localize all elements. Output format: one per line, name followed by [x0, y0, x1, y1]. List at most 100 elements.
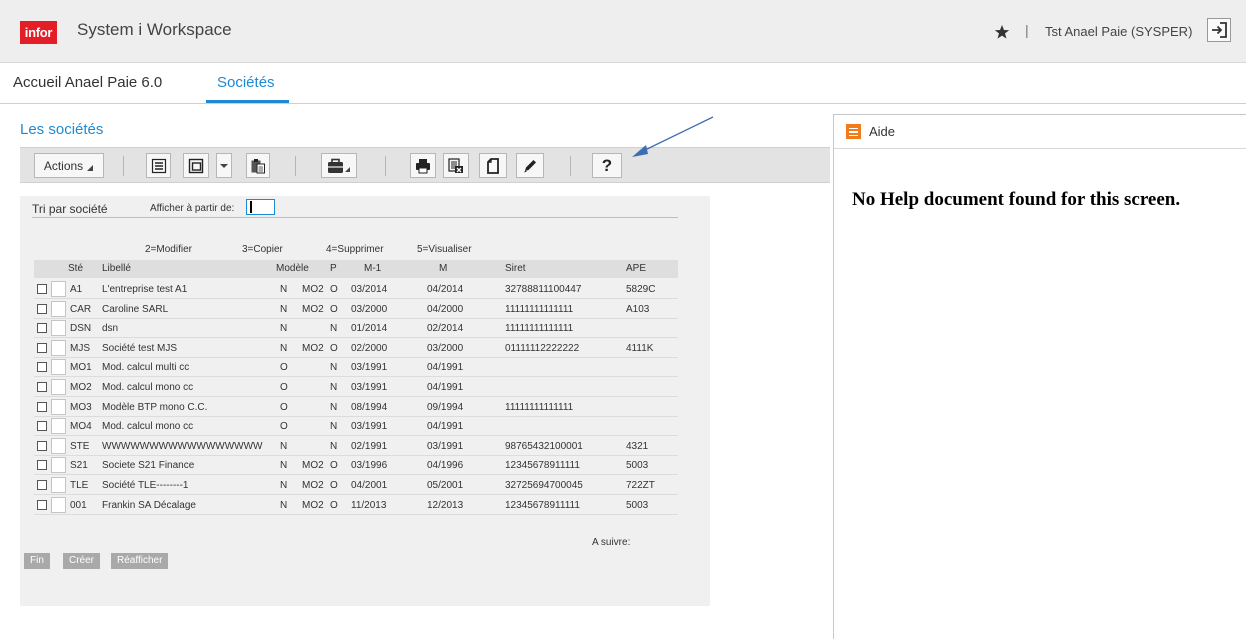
header-siret: Siret — [505, 263, 526, 274]
create-button[interactable]: Créer — [63, 553, 101, 569]
cell-siret: 11111111111111 — [505, 303, 574, 315]
row-checkbox[interactable] — [37, 460, 47, 471]
row-checkbox[interactable] — [37, 440, 47, 451]
cell-ste: MO2 — [70, 382, 92, 393]
refresh-button[interactable]: Réafficher — [111, 553, 169, 569]
user-separator: | — [1025, 22, 1029, 38]
row-checkbox[interactable] — [37, 401, 47, 412]
row-option-input[interactable] — [51, 477, 66, 493]
cell-ste: A1 — [70, 284, 83, 295]
cell-p: O — [330, 342, 338, 354]
table-header: Sté Libellé Modèle P M-1 M Siret APE — [34, 260, 678, 278]
top-bar: infor System i Workspace | Tst Anael Pai… — [0, 0, 1246, 63]
row-checkbox[interactable] — [37, 480, 47, 490]
cell-m: 04/1996 — [427, 460, 464, 472]
cell-m: 02/2014 — [427, 323, 464, 335]
cell-m: 04/1991 — [427, 382, 464, 393]
new-document-button[interactable] — [479, 153, 507, 178]
option-view: 5=Visualiser — [417, 244, 472, 255]
copy-dropdown-button[interactable] — [216, 153, 232, 178]
row-checkbox[interactable] — [37, 342, 47, 353]
row-checkbox[interactable] — [37, 421, 47, 432]
tab-societes[interactable]: Sociétés — [217, 74, 275, 91]
row-option-input[interactable] — [51, 339, 66, 356]
cell-m1: 11/2013 — [351, 499, 387, 511]
cell-libelle: Société TLE--------1 — [102, 480, 189, 491]
row-checkbox[interactable] — [37, 284, 47, 294]
row-option-input[interactable] — [51, 320, 66, 337]
row-checkbox[interactable] — [37, 362, 47, 373]
briefcase-icon — [328, 158, 350, 173]
cell-siret: 12345678911111 — [505, 460, 580, 472]
star-icon[interactable] — [994, 24, 1010, 40]
menu-icon[interactable] — [846, 124, 861, 139]
cell-mod: N — [280, 460, 288, 472]
row-checkbox[interactable] — [37, 303, 47, 314]
copy-button[interactable] — [183, 153, 209, 178]
cell-mod2: MO2 — [302, 303, 324, 315]
cell-siret: 01111112222222 — [505, 342, 580, 354]
cell-ape: A103 — [626, 303, 650, 315]
cell-ste: TLE — [70, 480, 89, 491]
actions-button[interactable]: Actions — [34, 153, 104, 178]
row-option-input[interactable] — [51, 496, 66, 513]
paste-button[interactable] — [246, 153, 270, 178]
cell-m: 04/2000 — [427, 303, 464, 315]
cell-libelle: Mod. calcul mono cc — [102, 382, 194, 393]
table-row: DSN dsn N N 01/2014 02/2014 11111111111111 — [34, 319, 678, 339]
cell-ape: 5003 — [626, 460, 649, 472]
export-button[interactable] — [443, 153, 469, 178]
header-ape: APE — [626, 263, 647, 274]
cell-ape: 5829C — [626, 284, 656, 295]
row-checkbox[interactable] — [37, 382, 47, 392]
option-modify: 2=Modifier — [145, 244, 192, 255]
cell-libelle: Caroline SARL — [102, 303, 169, 315]
header-libelle: Libellé — [102, 263, 131, 274]
page-title: Les sociétés — [20, 121, 104, 138]
cell-ste: MO4 — [70, 421, 92, 433]
print-button[interactable] — [410, 153, 436, 178]
row-checkbox[interactable] — [37, 323, 47, 334]
cell-siret: 11111111111111 — [505, 323, 574, 335]
cell-m1: 03/2000 — [351, 303, 388, 315]
sort-label: Tri par société — [32, 202, 108, 216]
row-option-input[interactable] — [51, 300, 66, 317]
header-p: P — [330, 263, 337, 274]
cell-siret: 11111111111111 — [505, 401, 574, 413]
user-name[interactable]: Tst Anael Paie (SYSPER) — [1045, 24, 1192, 39]
row-option-input[interactable] — [51, 437, 66, 454]
briefcase-button[interactable] — [321, 153, 357, 178]
row-option-input[interactable] — [51, 398, 66, 415]
cell-m1: 02/2000 — [351, 342, 388, 354]
cell-p: N — [330, 382, 338, 393]
list-button[interactable] — [146, 153, 171, 178]
new-document-icon — [487, 157, 499, 174]
cell-p: O — [330, 303, 338, 315]
infor-logo: infor — [20, 21, 57, 44]
cell-libelle: L'entreprise test A1 — [102, 284, 188, 295]
help-button[interactable]: ? — [592, 153, 622, 178]
paste-icon — [251, 158, 265, 173]
cell-mod: O — [280, 401, 288, 413]
row-option-input[interactable] — [51, 457, 66, 474]
row-option-input[interactable] — [51, 359, 66, 376]
help-header: Aide — [834, 115, 1246, 149]
row-option-input[interactable] — [51, 418, 66, 435]
cell-siret: 32788811100447 — [505, 284, 582, 295]
row-checkbox[interactable] — [37, 499, 47, 510]
toolbar-separator — [295, 156, 296, 176]
cell-ape: 5003 — [626, 499, 649, 511]
cell-m1: 04/2001 — [351, 480, 388, 491]
cell-m1: 03/1991 — [351, 362, 388, 374]
edit-button[interactable] — [516, 153, 544, 178]
logout-button[interactable] — [1207, 18, 1231, 42]
row-option-input[interactable] — [51, 379, 66, 395]
cell-p: O — [330, 284, 338, 295]
cell-ste: MO3 — [70, 401, 92, 413]
from-input[interactable] — [246, 199, 275, 215]
cell-mod2: MO2 — [302, 342, 324, 354]
row-option-input[interactable] — [51, 281, 66, 297]
cell-mod: N — [280, 342, 288, 354]
tab-accueil[interactable]: Accueil Anael Paie 6.0 — [13, 74, 162, 91]
fin-button[interactable]: Fin — [24, 553, 50, 569]
